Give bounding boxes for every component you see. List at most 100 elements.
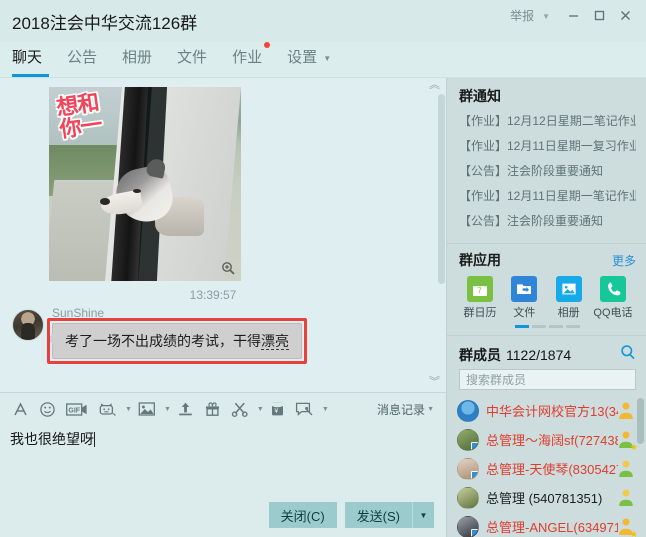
chevron-down-icon[interactable]: ▼ (539, 8, 560, 24)
member-name: 总管理-天使琴(8305427 (486, 462, 618, 478)
image-overlay-text: 想和你一 (54, 89, 104, 143)
members-title: 群成员 (459, 346, 501, 363)
notice-item[interactable]: 【公告】注会阶段重要通知 (459, 212, 636, 229)
message-list: ︽ ︾ 想和你一 13:39:57 SunShine 考了一场不出成绩的考试，干… (0, 78, 446, 392)
app-files[interactable]: 文件 (503, 276, 545, 320)
device-badge-icon (471, 528, 478, 537)
tab-announcement[interactable]: 公告 (67, 42, 110, 67)
members-count: 1122/1874 (506, 346, 572, 363)
send-button[interactable]: 发送(S) (344, 502, 412, 528)
app-label: 文件 (513, 307, 536, 319)
group-apps-title: 群应用 (459, 252, 501, 268)
notice-item[interactable]: 【作业】12月11日星期一复习作业 (459, 137, 636, 154)
avatar[interactable] (457, 457, 479, 480)
scroll-down-icon[interactable]: ︾ (429, 377, 440, 388)
zoom-in-icon[interactable] (221, 261, 235, 275)
message-text-part1: 考了一场不出成绩的考试，干得 (65, 333, 261, 349)
window-controls: 举报 ▼ (506, 4, 638, 27)
chevron-down-icon[interactable]: ▼ (257, 406, 264, 413)
pagination-dot[interactable] (515, 325, 529, 328)
tab-settings[interactable]: 设置 ▼ (287, 42, 344, 67)
message-history-button[interactable]: 消息记录 ▼ (377, 401, 438, 418)
image-message[interactable]: 想和你一 (48, 86, 242, 282)
chevron-down-icon: ▼ (323, 53, 332, 63)
member-search-box[interactable] (459, 369, 636, 391)
group-apps-more-link[interactable]: 更多 (612, 252, 636, 269)
tab-album[interactable]: 相册 (122, 42, 165, 67)
gif-icon[interactable]: GIF (62, 399, 92, 420)
red-packet-icon[interactable]: ¥ (266, 398, 289, 420)
notice-item[interactable]: 【作业】12月11日星期一笔记作业 (459, 187, 636, 204)
message-scrollbar-thumb[interactable] (438, 94, 445, 284)
app-group-calendar[interactable]: 7 群日历 (459, 276, 501, 320)
tab-files[interactable]: 文件 (177, 42, 220, 67)
pagination-dot[interactable] (532, 325, 546, 328)
side-panel: 群通知 【作业】12月12日星期二笔记作业 【作业】12月11日星期一复习作业 … (446, 78, 646, 537)
member-name: 总管理～海阔sf(7274385 (486, 433, 618, 449)
emoji-icon[interactable] (35, 398, 60, 421)
phone-icon (599, 276, 626, 302)
device-badge-icon (471, 441, 478, 450)
app-qq-call[interactable]: QQ电话 (592, 276, 634, 320)
avatar[interactable] (457, 515, 479, 537)
chevron-down-icon[interactable]: ▼ (164, 406, 171, 413)
group-apps-section: 群应用 更多 7 群日历 文件 相册 QQ电话 (447, 244, 646, 336)
chevron-down-icon[interactable]: ▼ (322, 406, 329, 413)
member-name: 总管理 (540781351) (486, 491, 603, 507)
svg-text:¥: ¥ (274, 408, 278, 415)
message-input[interactable]: 我也很绝望呀 (0, 425, 446, 493)
member-name: 中华会计网校官方13(34 (486, 404, 618, 420)
input-toolbar: GIF ▼ ▼ ▼ ¥ ▼ 消息记录 ▼ (0, 393, 446, 425)
maximize-button[interactable] (586, 5, 612, 27)
image-icon[interactable] (134, 398, 160, 420)
member-status-icon (617, 400, 635, 420)
close-chat-button[interactable]: 关闭(C) (268, 502, 337, 528)
font-icon[interactable] (8, 398, 33, 421)
notice-item[interactable]: 【作业】12月12日星期二笔记作业 (459, 112, 636, 129)
gift-icon[interactable] (200, 398, 225, 420)
message-bubble-wrapper: 考了一场不出成绩的考试，干得漂亮 (47, 318, 307, 365)
search-icon[interactable] (620, 344, 636, 365)
chevron-down-icon[interactable]: ▼ (125, 406, 132, 413)
message-history-label: 消息记录 (377, 402, 426, 417)
avatar[interactable] (457, 428, 479, 451)
group-apps-header: 群应用 更多 (459, 250, 636, 270)
list-item[interactable]: 总管理～海阔sf(7274385 ★ (447, 425, 646, 454)
message-input-value: 我也很绝望呀 (10, 431, 94, 447)
avatar[interactable] (457, 486, 479, 509)
group-notices-title: 群通知 (459, 88, 501, 104)
folder-icon (511, 276, 538, 302)
search-input[interactable] (466, 372, 629, 387)
crown-icon: ★ (629, 442, 638, 453)
tab-homework[interactable]: 作业 (232, 42, 275, 67)
minimize-button[interactable] (560, 5, 586, 27)
avatar[interactable] (457, 399, 479, 422)
qq-group-chat-window: 2018注会中华交流126群 举报 ▼ 聊天 公告 相册 文件 作业 设置 ▼ … (0, 0, 646, 537)
list-item[interactable]: 总管理-天使琴(8305427 (447, 454, 646, 483)
sticker-icon[interactable] (94, 398, 121, 421)
app-album[interactable]: 相册 (548, 276, 590, 320)
close-button[interactable] (612, 5, 638, 27)
tab-chat[interactable]: 聊天 (12, 42, 55, 77)
list-item[interactable]: 总管理-ANGEL(63497114 ★ (447, 512, 646, 537)
upload-icon[interactable] (173, 398, 198, 420)
tab-chat-label: 聊天 (12, 49, 43, 66)
bubble-tail (47, 333, 54, 345)
message-bubble[interactable]: 考了一场不出成绩的考试，干得漂亮 (47, 323, 302, 360)
list-item[interactable]: 总管理 (540781351) (447, 483, 646, 512)
message-text-part2: 漂亮 (261, 333, 289, 350)
chat-shake-icon[interactable] (291, 398, 318, 420)
pagination-dot[interactable] (549, 325, 563, 328)
scissors-icon[interactable] (227, 398, 253, 420)
husky-dog (99, 157, 204, 237)
list-item[interactable]: 中华会计网校官方13(34 (447, 396, 646, 425)
pagination-dot[interactable] (566, 325, 580, 328)
notice-item[interactable]: 【公告】注会阶段重要通知 (459, 162, 636, 179)
scroll-up-icon[interactable]: ︽ (429, 80, 440, 91)
chat-column: ︽ ︾ 想和你一 13:39:57 SunShine 考了一场不出成绩的考试，干… (0, 78, 446, 537)
members-header: 群成员 1122/1874 (447, 336, 646, 369)
send-options-chevron-down-icon[interactable]: ▼ (412, 502, 434, 528)
avatar[interactable] (12, 309, 44, 341)
svg-text:GIF: GIF (68, 407, 80, 414)
report-button[interactable]: 举报 (506, 4, 539, 27)
